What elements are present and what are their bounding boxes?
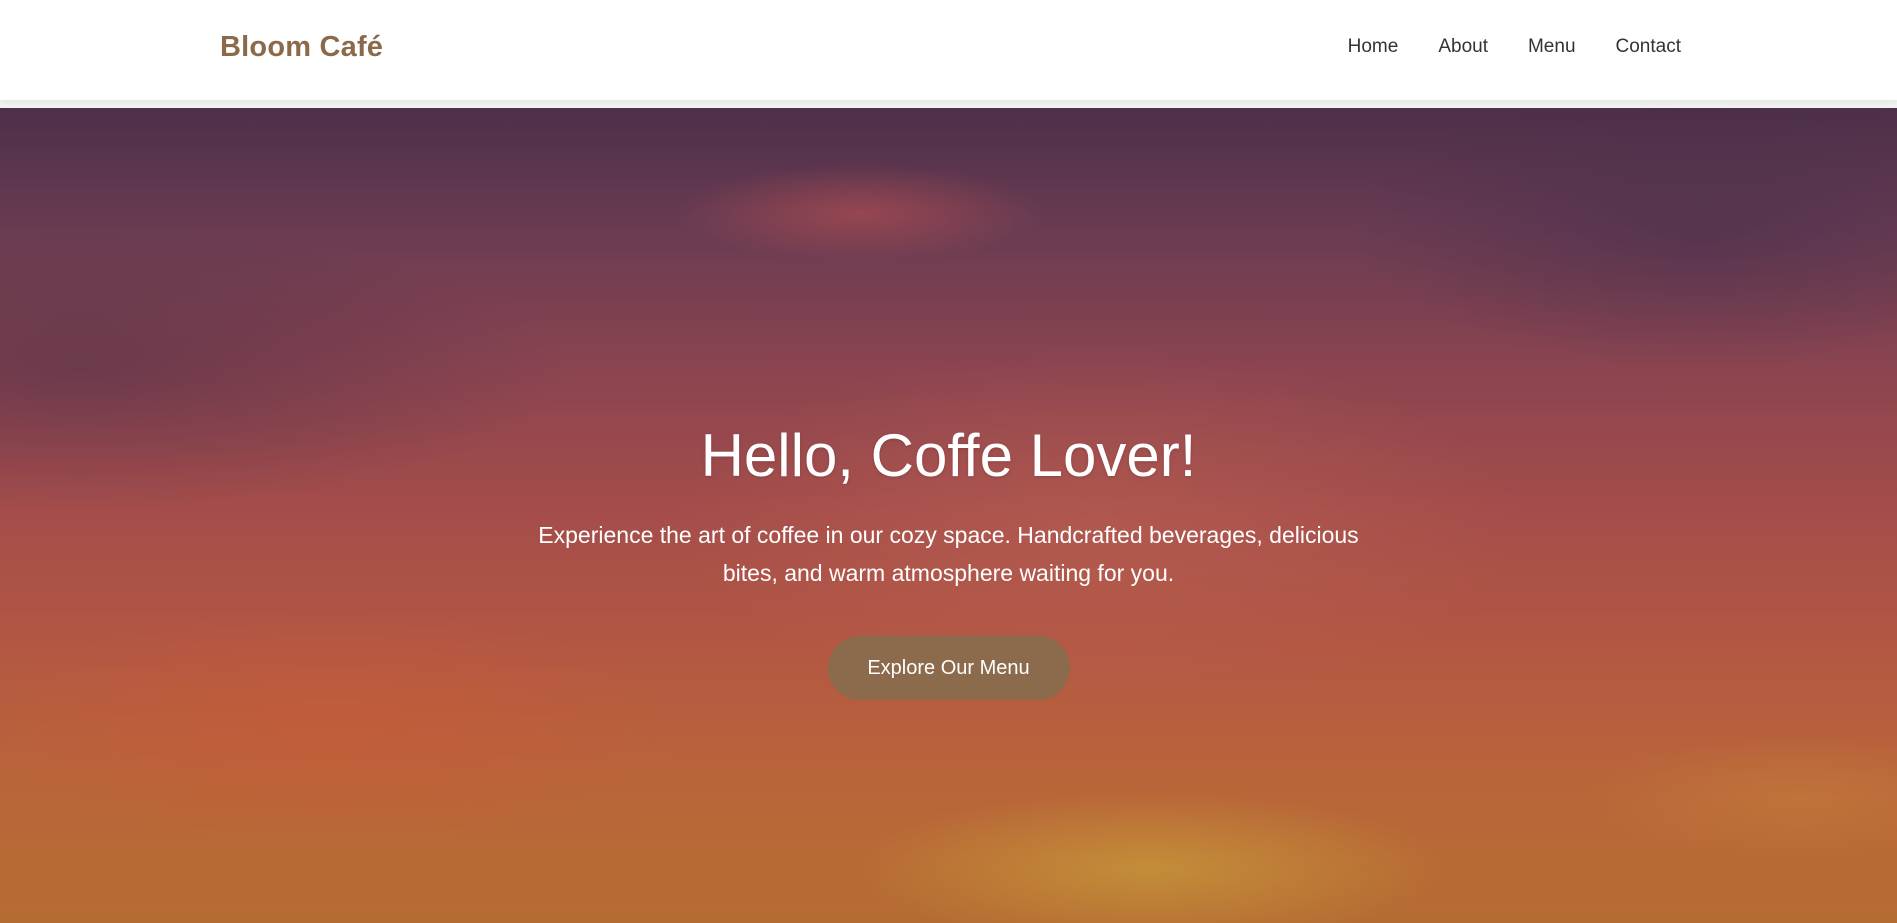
hero-section: Hello, Coffe Lover! Experience the art o… [0,108,1897,923]
nav-link-about[interactable]: About [1438,36,1488,58]
navbar-inner: Bloom Café Home About Menu Contact [220,0,1681,100]
explore-menu-button[interactable]: Explore Our Menu [827,636,1070,700]
nav-links: Home About Menu Contact [1348,36,1681,58]
hero-content: Hello, Coffe Lover! Experience the art o… [0,420,1897,700]
hero-subtitle: Experience the art of coffee in our cozy… [538,522,1359,586]
navbar-divider [0,100,1897,108]
nav-link-contact[interactable]: Contact [1616,36,1681,58]
brand-logo-link[interactable]: Bloom Café [220,31,383,64]
nav-link-home[interactable]: Home [1348,36,1399,58]
hero-title: Hello, Coffe Lover! [700,422,1197,489]
navbar: Bloom Café Home About Menu Contact [0,0,1897,100]
nav-link-menu[interactable]: Menu [1528,36,1576,58]
